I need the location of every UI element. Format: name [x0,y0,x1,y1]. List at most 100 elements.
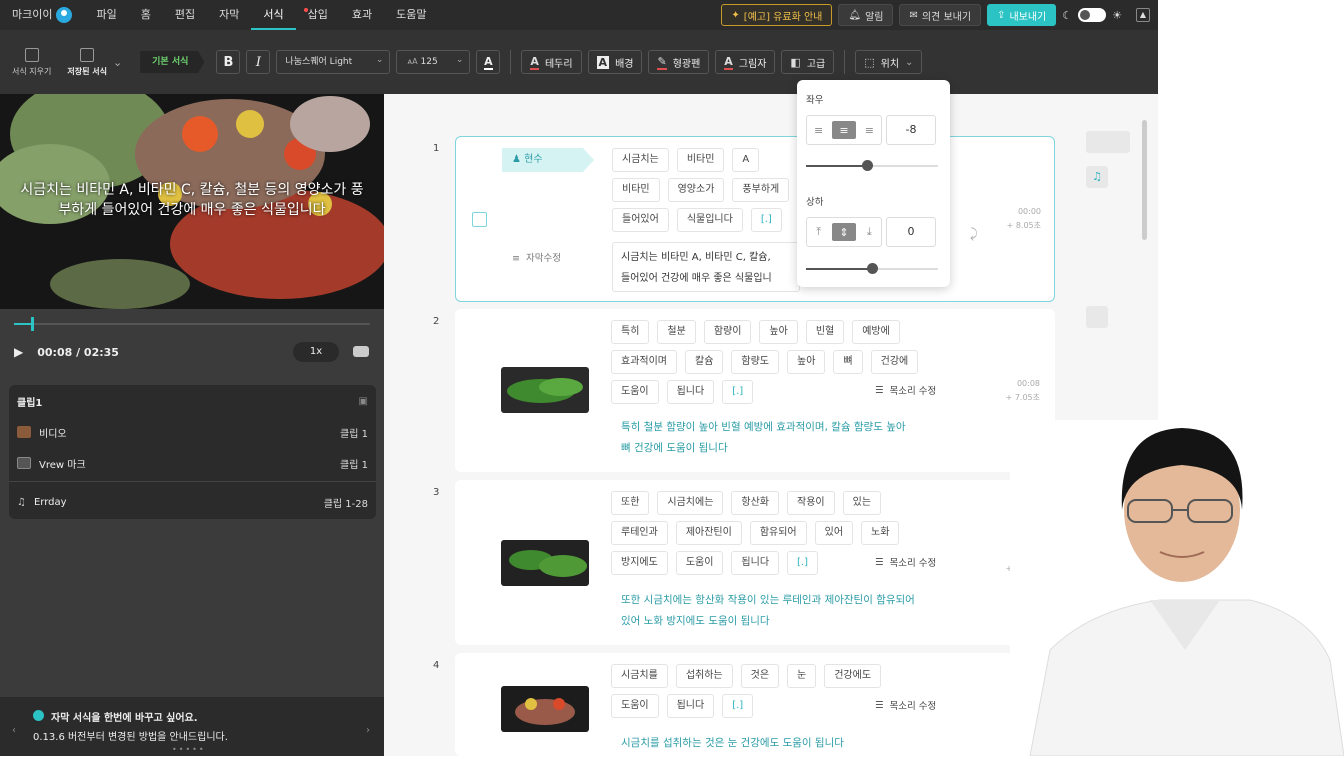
subtitle-sentence[interactable]: 시금치를 섭취하는 것은 눈 건강에도 도움이 됩니다 [621,733,951,754]
outline-button[interactable]: A 테두리 [521,50,582,74]
subtitle-sentence[interactable]: 특히 철분 함량이 높아 빈혈 예방에 효과적이며, 칼슘 함량도 높아 뼈 건강… [621,417,951,459]
word-chip[interactable]: 것은 [740,664,780,688]
feedback-button[interactable]: ✉ 의견 보내기 [899,4,982,26]
horizontal-offset-input[interactable]: -8 [886,115,936,145]
chevron-left-icon[interactable]: ‹ [12,725,16,736]
align-top-icon[interactable]: ⤒ [807,218,830,246]
align-left-icon[interactable]: ≡ [807,116,830,144]
word-chip[interactable]: A [732,148,760,172]
align-center-icon[interactable]: ≡ [832,121,856,139]
clip-export-icon[interactable]: ▣ [359,396,368,407]
word-chip[interactable]: 됩니다 [731,551,780,575]
voice-edit-button[interactable]: ☰ 목소리 수정 [875,551,936,573]
font-size-select[interactable]: ᴀA 125 [396,49,471,74]
clip-row-video[interactable]: 비디오 클립 1 [17,422,368,442]
align-middle-icon[interactable]: ⇕ [832,223,856,241]
word-chip[interactable]: 함량도 [731,350,780,374]
image-icon[interactable] [1086,306,1108,328]
word-chip[interactable]: 칼슘 [685,350,724,374]
vertical-offset-input[interactable]: 0 [886,217,936,247]
word-chip[interactable]: 함량이 [703,320,752,344]
word-chip[interactable]: 항산화 [731,491,780,515]
select-checkbox[interactable] [472,212,487,227]
word-chip[interactable]: 됩니다 [666,694,715,718]
align-right-icon[interactable]: ≡ [858,116,881,144]
word-chip[interactable]: 함유되어 [749,521,807,545]
clip-thumbnail[interactable] [501,540,589,586]
word-chip[interactable]: [.] [722,380,754,404]
collapse-menu-button[interactable]: ▲ [1136,8,1150,22]
menu-subtitle[interactable]: 자막 [207,0,251,30]
menu-help[interactable]: 도움말 [384,0,438,30]
controller-icon[interactable] [353,346,369,357]
word-chip[interactable]: 방지에도 [611,551,668,575]
word-chip[interactable]: 비타민 [612,178,660,202]
word-chip[interactable]: 시금치는 [612,148,669,172]
brand-menu[interactable]: 마크이이 [0,0,84,30]
word-chip[interactable]: 눈 [787,664,817,688]
shadow-button[interactable]: A 그림자 [715,50,776,74]
subtitle-sentence[interactable]: 또한 시금치에는 항산화 작용이 있는 루테인과 제아잔틴이 함유되어 있어 노화… [621,590,951,632]
menu-insert[interactable]: 삽입 [296,0,340,30]
word-chip[interactable]: 예방에 [852,320,900,344]
editor-scrollbar[interactable] [1142,120,1147,240]
slider-handle[interactable] [867,263,878,274]
subtitle-card-4[interactable]: 시금치를 섭취하는 것은 눈 건강에도 도움이 됩니다 [.] ☰ 목소리 수정 … [455,653,1055,756]
music-icon[interactable]: ♫ [1086,166,1108,188]
notify-button[interactable]: 🔔︎ 알림 [838,4,894,26]
clip-media-button[interactable] [1086,131,1130,153]
word-chip[interactable]: 들어있어 [612,208,669,232]
subtitle-card-2[interactable]: 특히 철분 함량이 높아 빈혈 예방에 효과적이며 칼슘 함량도 높아 뼈 건강… [455,309,1055,472]
word-chip[interactable]: 있어 [814,521,854,545]
word-chip[interactable]: [.] [750,208,782,232]
chevron-down-icon[interactable]: ⌄ [113,56,122,69]
basic-format-tag[interactable]: 기본 서식 [140,51,205,73]
text-color-button[interactable]: A [476,50,501,74]
word-chip[interactable]: 효과적이며 [611,350,677,374]
word-chip[interactable]: 도움이 [675,551,724,575]
word-chip[interactable]: 있는 [842,491,882,515]
align-bottom-icon[interactable]: ⤓ [858,218,881,246]
menu-edit[interactable]: 편집 [163,0,207,30]
subtitle-edit-box[interactable]: 시금치는 비타민 A, 비타민 C, 칼슘, 들어있어 건강에 매우 좋은 식물입… [612,242,800,292]
menu-file[interactable]: 파일 [84,0,128,30]
word-chip[interactable]: 뼈 [833,350,863,374]
word-chip[interactable]: 섭취하는 [675,664,733,688]
word-chip[interactable]: 철분 [657,320,696,344]
voice-edit-button[interactable]: ☰ 목소리 수정 [875,379,936,401]
word-chip[interactable]: 영양소가 [667,178,725,202]
menu-home[interactable]: 홈 [129,0,163,30]
word-chip[interactable]: [.] [722,694,754,718]
word-chip[interactable]: 풍부하게 [732,178,790,202]
slider-handle[interactable] [861,160,873,171]
promo-button[interactable]: ✦ [예고] 유료화 안내 [721,4,833,26]
word-chip[interactable]: 빈혈 [805,320,845,344]
word-chip[interactable]: 또한 [611,491,650,515]
theme-toggle[interactable] [1078,8,1107,22]
menu-effects[interactable]: 효과 [340,0,384,30]
play-icon[interactable]: ▶ [14,345,23,359]
word-chip[interactable]: 루테인과 [611,521,668,545]
word-chip[interactable]: 시금치를 [611,664,668,688]
speed-button[interactable]: 1x [293,342,339,362]
chevron-right-icon[interactable]: › [366,725,370,736]
menu-format[interactable]: 서식 [251,0,296,30]
advanced-button[interactable]: ◧ 고급 [781,50,835,74]
bold-button[interactable]: B [216,50,241,74]
export-button[interactable]: ⇪ 내보내기 [987,4,1057,26]
clip-thumbnail[interactable] [501,367,589,413]
word-chip[interactable]: 제아잔틴이 [675,521,742,545]
word-chip[interactable]: 도움이 [611,380,659,404]
word-chip[interactable]: 됩니다 [666,380,715,404]
word-chip[interactable]: 노화 [861,521,900,545]
horizontal-slider[interactable] [806,160,938,171]
word-chip[interactable]: 작용이 [787,491,835,515]
clear-format-button[interactable]: 서식 지우기 [12,47,51,77]
scrubber-handle[interactable] [30,317,34,331]
video-preview[interactable]: 시금치는 비타민 A, 비타민 C, 칼슘, 철분 등의 영양소가 풍 부하게 들… [0,94,384,309]
saved-format-button[interactable]: 저장된 서식 [67,47,107,77]
highlight-button[interactable]: ✎ 형광펜 [648,50,710,74]
merge-arrow-icon[interactable]: ⤸ [970,227,978,242]
word-chip[interactable]: 특히 [611,320,650,344]
tip-banner[interactable]: ‹ 자막 서식을 한번에 바꾸고 싶어요. 0.13.6 버전부터 변경된 방법… [0,697,384,756]
